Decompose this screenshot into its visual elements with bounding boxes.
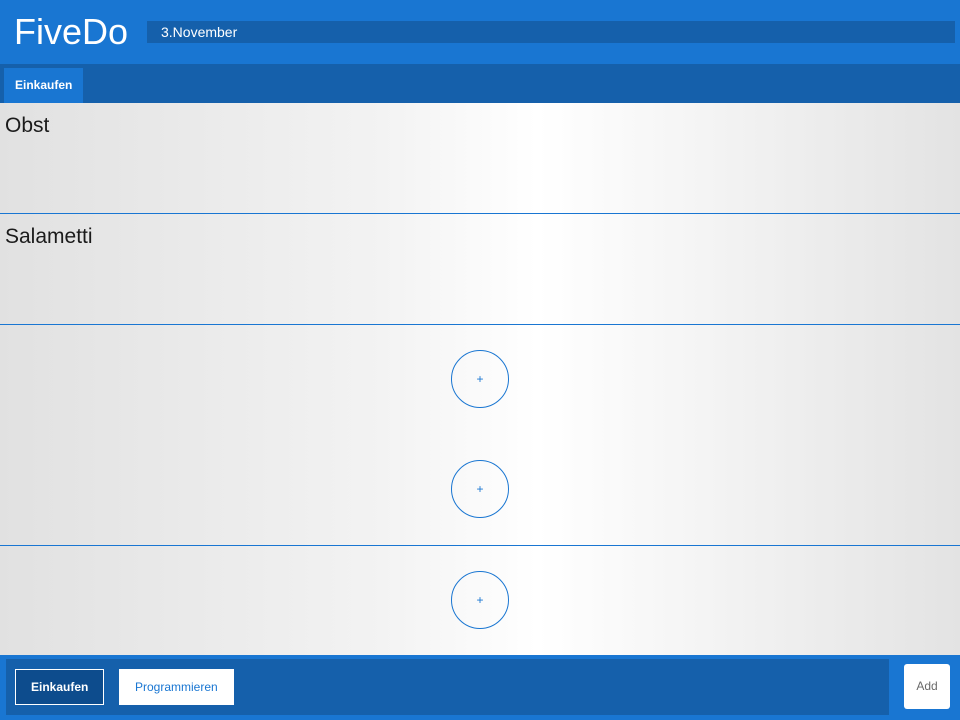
todo-slot-empty: + xyxy=(0,435,960,545)
footer-bar: Einkaufen Programmieren Add xyxy=(0,655,960,720)
todo-item-text: Salametti xyxy=(5,225,93,248)
todo-slot[interactable]: Obst xyxy=(0,103,960,213)
tab-bar: Einkaufen xyxy=(0,64,960,103)
todo-item-text: Obst xyxy=(5,114,50,137)
list-button-programmieren[interactable]: Programmieren xyxy=(119,669,234,705)
tab-einkaufen[interactable]: Einkaufen xyxy=(4,68,84,103)
list-button-einkaufen[interactable]: Einkaufen xyxy=(15,669,105,705)
todo-slot[interactable]: Salametti xyxy=(0,214,960,324)
todo-slot-list: Obst Salametti + + + xyxy=(0,103,960,656)
app-header: FiveDo 3.November xyxy=(0,0,960,63)
todo-slot-empty: + xyxy=(0,546,960,656)
plus-icon: + xyxy=(476,482,484,496)
add-item-button[interactable]: + xyxy=(451,460,509,518)
add-item-button[interactable]: + xyxy=(451,571,509,629)
plus-icon: + xyxy=(476,372,484,386)
plus-icon: + xyxy=(476,593,484,607)
add-list-button[interactable]: Add xyxy=(904,664,950,709)
list-switcher: Einkaufen Programmieren xyxy=(6,659,889,715)
add-item-button[interactable]: + xyxy=(451,350,509,408)
date-display[interactable]: 3.November xyxy=(147,21,955,43)
todo-slot-empty: + xyxy=(0,325,960,435)
app-title: FiveDo xyxy=(14,11,129,52)
